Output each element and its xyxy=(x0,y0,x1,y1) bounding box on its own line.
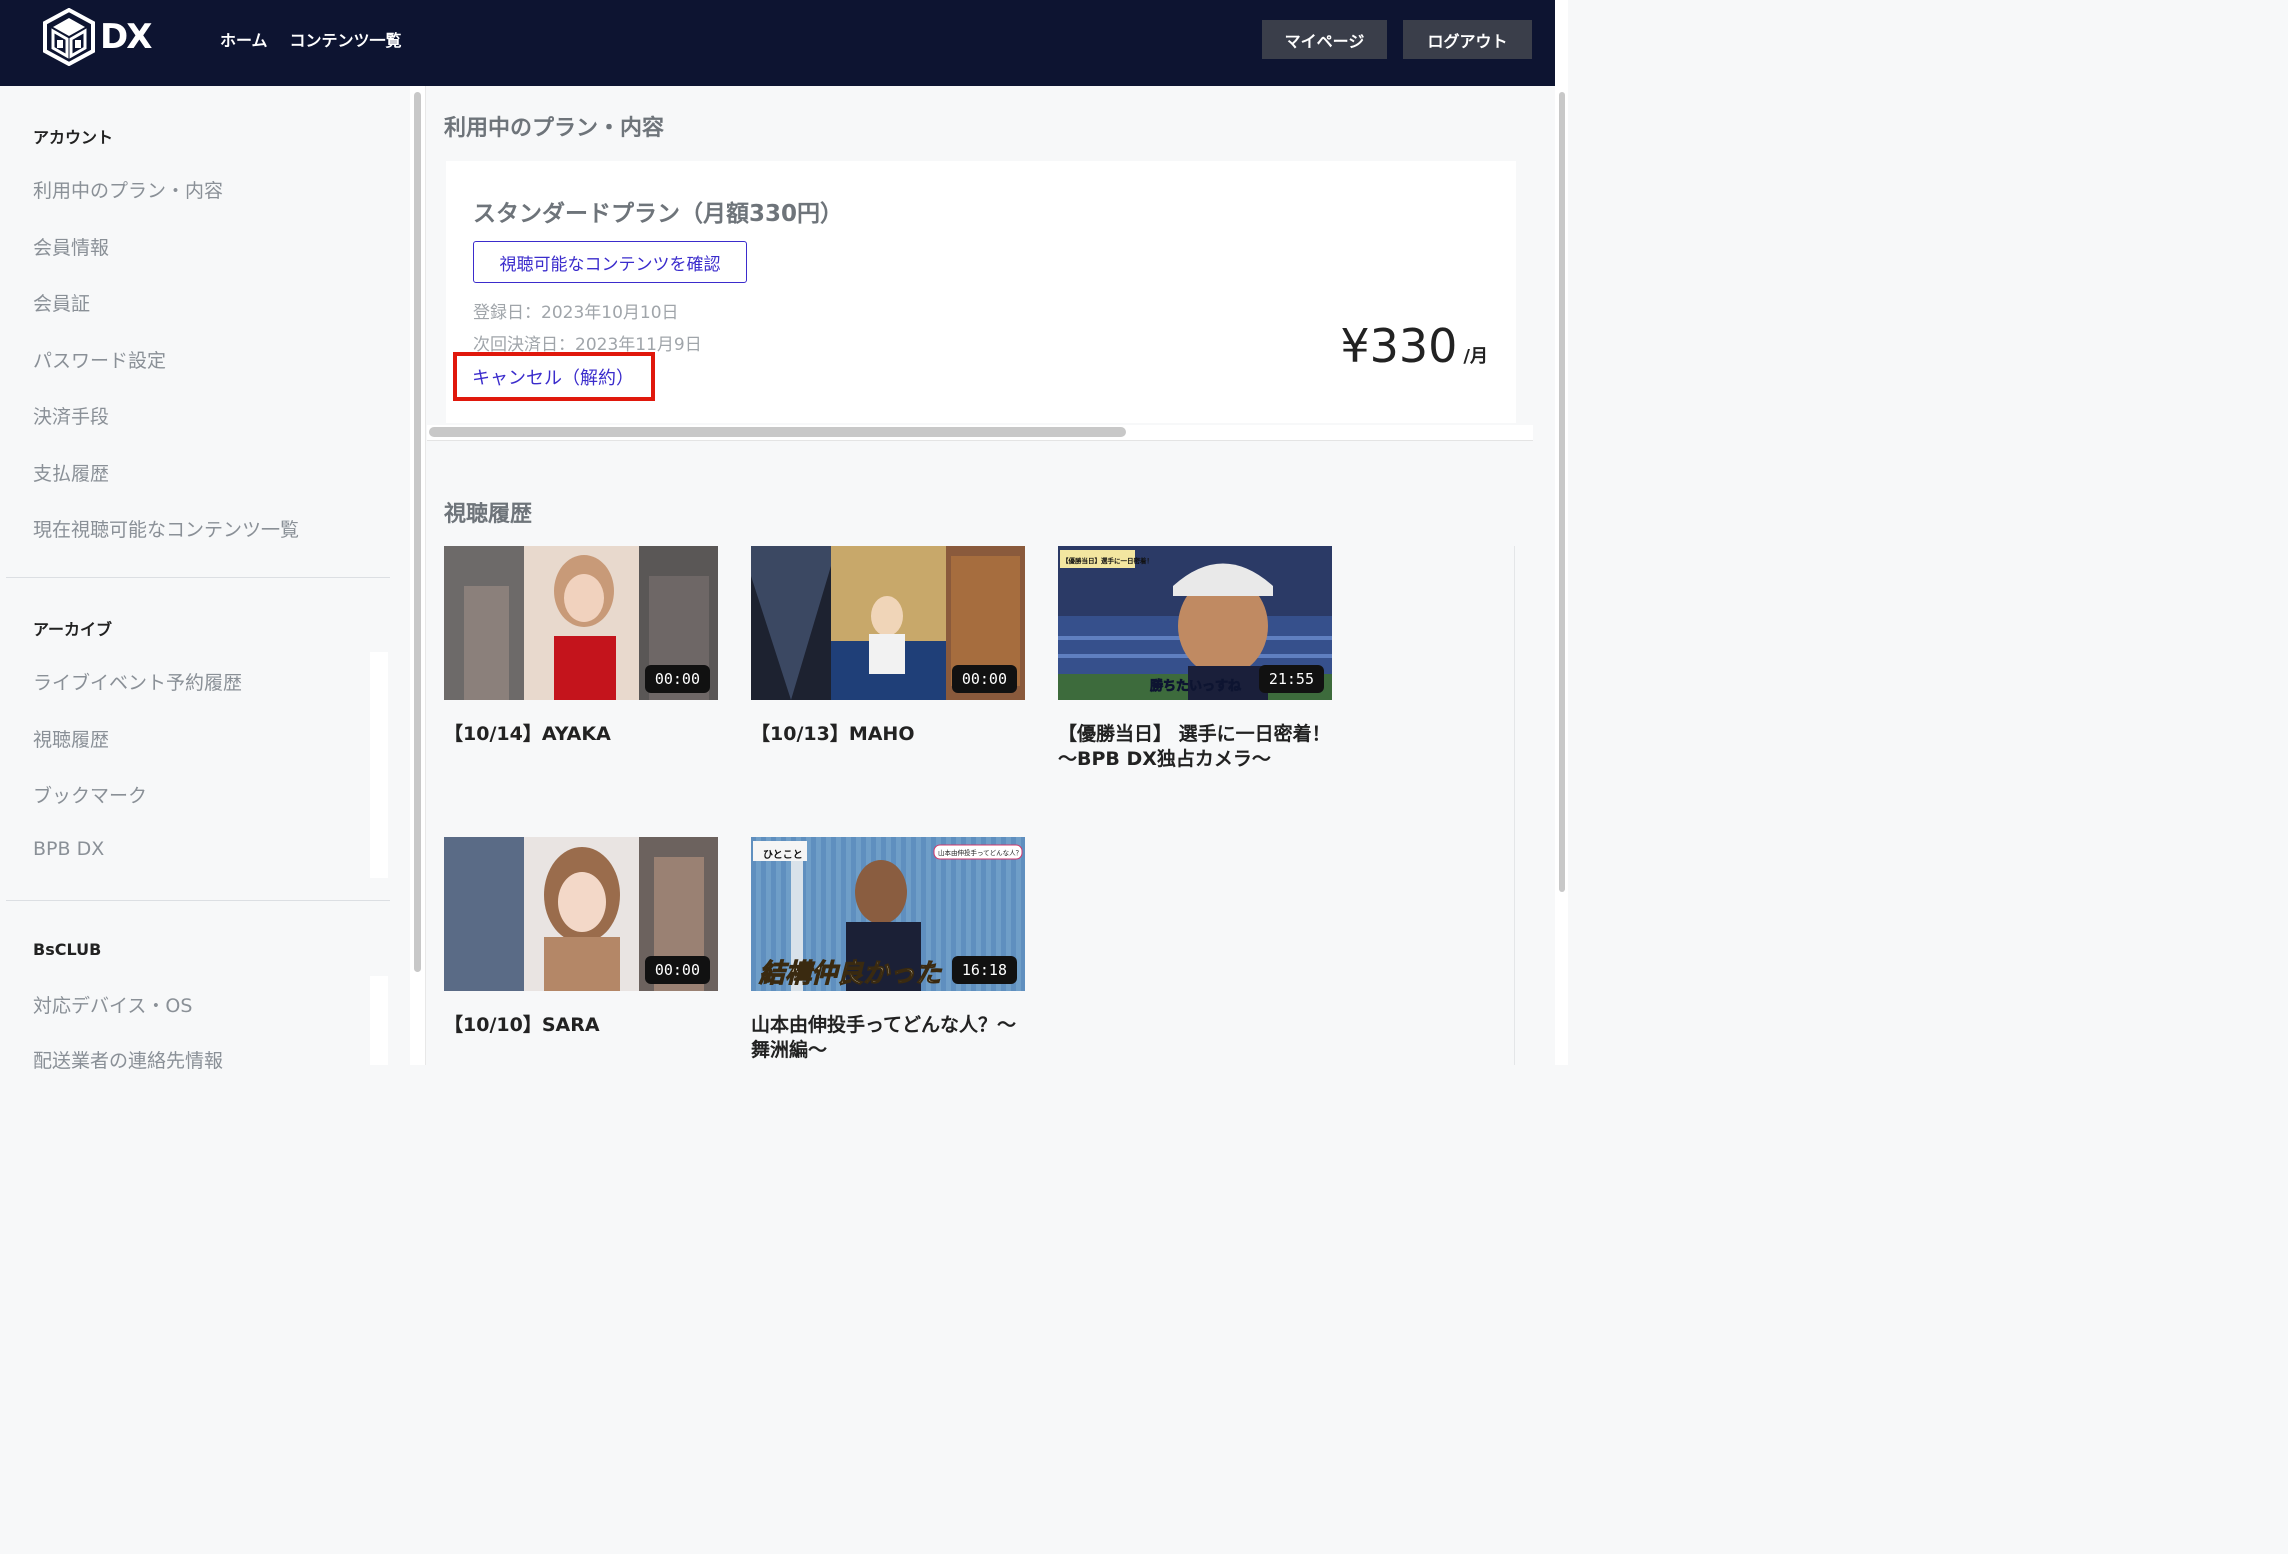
video-card[interactable]: 勝ちたいっすね 【優勝当日】選手に一日密着！ 21:55 【優勝当日】 選手に一… xyxy=(1058,546,1332,771)
nav-contents[interactable]: コンテンツ一覧 xyxy=(290,27,402,51)
sidebar-scrollbar-thumb[interactable] xyxy=(414,92,421,972)
top-header: DX ホーム コンテンツ一覧 マイページ ログアウト xyxy=(0,0,1555,86)
sidebar-item-plan[interactable]: 利用中のプラン・内容 xyxy=(33,176,223,203)
sidebar-item-watch-history[interactable]: 視聴履歴 xyxy=(33,725,109,752)
video-card[interactable]: ひとこと 山本由伸投手ってどんな人？ 結構仲良かった 16:18 山本由伸投手っ… xyxy=(751,837,1025,1062)
video-title[interactable]: 【10/10】SARA xyxy=(444,1013,718,1038)
thumbnail-badge: 【優勝当日】選手に一日密着！ xyxy=(1062,556,1153,565)
sidebar-item-password[interactable]: パスワード設定 xyxy=(33,346,166,373)
history-panel-edge xyxy=(1514,546,1515,1065)
sidebar-item-available-contents[interactable]: 現在視聴可能なコンテンツ一覧 xyxy=(33,515,299,542)
video-title[interactable]: 【10/13】MAHO xyxy=(751,722,1025,747)
video-title[interactable]: 【10/14】AYAKA xyxy=(444,722,718,747)
mypage-button[interactable]: マイページ xyxy=(1262,20,1387,59)
video-duration: 00:00 xyxy=(644,956,710,984)
main-nav: ホーム コンテンツ一覧 xyxy=(220,27,402,51)
sidebar: アカウント 利用中のプラン・内容 会員情報 会員証 パスワード設定 決済手段 支… xyxy=(0,86,410,1072)
history-section-title: 視聴履歴 xyxy=(444,502,533,527)
video-duration: 21:55 xyxy=(1258,665,1324,693)
video-thumbnail[interactable]: 00:00 xyxy=(444,546,718,700)
thumbnail-caption: 結構仲良かった xyxy=(758,959,942,989)
view-available-contents-button[interactable]: 視聴可能なコンテンツを確認 xyxy=(473,241,747,283)
plan-name: スタンダードプラン（月額330円） xyxy=(473,201,844,227)
sidebar-item-payment-method[interactable]: 決済手段 xyxy=(33,402,109,429)
sidebar-item-carrier-contacts[interactable]: 配送業者の連絡先情報 xyxy=(33,1046,223,1073)
sidebar-scrollbar[interactable] xyxy=(410,86,426,1065)
video-card[interactable]: 00:00 【10/10】SARA xyxy=(444,837,718,1038)
site-logo[interactable]: DX xyxy=(42,8,152,66)
sidebar-item-bookmarks[interactable]: ブックマーク xyxy=(33,781,147,808)
page-scrollbar-thumb[interactable] xyxy=(1559,92,1565,892)
video-thumbnail[interactable]: 勝ちたいっすね 【優勝当日】選手に一日密着！ 21:55 xyxy=(1058,546,1332,700)
sidebar-section-archive: アーカイブ xyxy=(33,620,113,639)
horizontal-scrollbar[interactable] xyxy=(427,425,1533,441)
plan-section-title: 利用中のプラン・内容 xyxy=(444,116,665,141)
video-duration: 00:00 xyxy=(951,665,1017,693)
logout-button[interactable]: ログアウト xyxy=(1403,20,1532,59)
video-card[interactable]: 00:00 【10/14】AYAKA xyxy=(444,546,718,747)
video-duration: 00:00 xyxy=(644,665,710,693)
page-scrollbar[interactable] xyxy=(1555,0,1568,1065)
cancel-subscription-link[interactable]: キャンセル（解約） xyxy=(453,352,655,401)
price-value: ¥330 xyxy=(1340,319,1458,373)
sidebar-inner-scrollbar[interactable] xyxy=(370,652,388,878)
logo-text: DX xyxy=(100,17,152,57)
sidebar-item-member-info[interactable]: 会員情報 xyxy=(33,233,109,260)
thumbnail-caption: 勝ちたいっすね xyxy=(1150,678,1241,694)
sidebar-inner-scrollbar[interactable] xyxy=(370,976,388,1065)
video-thumbnail[interactable]: 00:00 xyxy=(444,837,718,991)
thumbnail-corner-label: ひとこと xyxy=(763,849,803,861)
plan-price: ¥330 /月 xyxy=(1340,319,1488,373)
registered-date: 登録日：2023年10月10日 xyxy=(473,303,679,323)
nav-home[interactable]: ホーム xyxy=(220,27,268,51)
plan-card: スタンダードプラン（月額330円） 視聴可能なコンテンツを確認 登録日：2023… xyxy=(446,161,1516,423)
video-duration: 16:18 xyxy=(951,956,1017,984)
video-title[interactable]: 【優勝当日】 選手に一日密着！～BPB DX独占カメラ～ xyxy=(1058,722,1332,771)
sidebar-item-payment-history[interactable]: 支払履歴 xyxy=(33,459,109,486)
thumbnail-badge: 山本由伸投手ってどんな人？ xyxy=(938,848,1022,857)
horizontal-scrollbar-thumb[interactable] xyxy=(429,427,1126,437)
video-card[interactable]: 00:00 【10/13】MAHO xyxy=(751,546,1025,747)
price-unit: /月 xyxy=(1463,346,1488,367)
sidebar-divider xyxy=(6,900,390,901)
sidebar-item-bpb-dx[interactable]: BPB DX xyxy=(33,838,104,860)
cube-logo-icon xyxy=(43,8,95,66)
video-title[interactable]: 山本由伸投手ってどんな人？～舞洲編～ xyxy=(751,1013,1025,1062)
sidebar-section-bsclub: BsCLUB xyxy=(33,940,102,959)
sidebar-item-live-reservations[interactable]: ライブイベント予約履歴 xyxy=(33,668,242,695)
sidebar-section-account: アカウント xyxy=(33,128,114,147)
sidebar-divider xyxy=(6,577,390,578)
video-thumbnail[interactable]: ひとこと 山本由伸投手ってどんな人？ 結構仲良かった 16:18 xyxy=(751,837,1025,991)
sidebar-item-member-card[interactable]: 会員証 xyxy=(33,289,90,316)
video-thumbnail[interactable]: 00:00 xyxy=(751,546,1025,700)
sidebar-item-devices[interactable]: 対応デバイス・OS xyxy=(33,991,192,1018)
main-content: 利用中のプラン・内容 スタンダードプラン（月額330円） 視聴可能なコンテンツを… xyxy=(427,86,1537,1065)
